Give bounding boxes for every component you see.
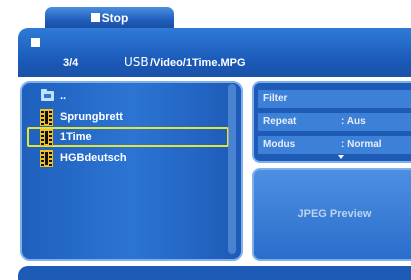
list-item-label: .. (60, 90, 67, 102)
scroll-down-arrow-icon[interactable] (338, 155, 344, 159)
repeat-key: Repeat (263, 116, 297, 127)
repeat-value: : Aus (341, 116, 366, 127)
folder-icon (41, 89, 54, 101)
stop-tab[interactable]: Stop (45, 7, 174, 29)
list-item-parent-folder[interactable]: .. (27, 86, 229, 106)
list-item-label: Sprungbrett (60, 111, 123, 123)
header-panel: 3/4 USB /Video/1Time.MPG (18, 28, 411, 77)
filter-key: Filter (263, 93, 288, 104)
device-label: USB (124, 55, 149, 69)
stop-label: Stop (101, 11, 129, 25)
film-icon (40, 129, 53, 146)
file-path: /Video/1Time.MPG (150, 57, 246, 69)
list-item-label: HGBdeutsch (60, 152, 127, 164)
list-item-hgbdeutsch[interactable]: HGBdeutsch (27, 148, 229, 168)
modus-value: : Normal (341, 139, 382, 150)
list-item-label: 1Time (60, 131, 92, 143)
stop-state-icon (31, 38, 40, 47)
info-panel: Filter Repeat : Aus Modus : Normal (252, 81, 411, 163)
jpeg-preview: JPEG Preview (252, 168, 411, 261)
list-scrollbar[interactable] (228, 84, 236, 254)
filter-row[interactable]: Filter (258, 90, 411, 108)
stop-icon (90, 13, 100, 22)
file-count: 3/4 (63, 57, 79, 69)
modus-key: Modus (263, 139, 296, 150)
modus-row[interactable]: Modus : Normal (258, 136, 411, 154)
preview-label: JPEG Preview (297, 208, 372, 220)
film-icon (40, 109, 53, 126)
list-item-sprungbrett[interactable]: Sprungbrett (27, 107, 229, 127)
file-list[interactable]: .. Sprungbrett 1Time HGBdeutsch (20, 81, 243, 261)
film-icon (40, 150, 53, 167)
list-item-1time[interactable]: 1Time (27, 127, 229, 147)
repeat-row[interactable]: Repeat : Aus (258, 113, 411, 131)
